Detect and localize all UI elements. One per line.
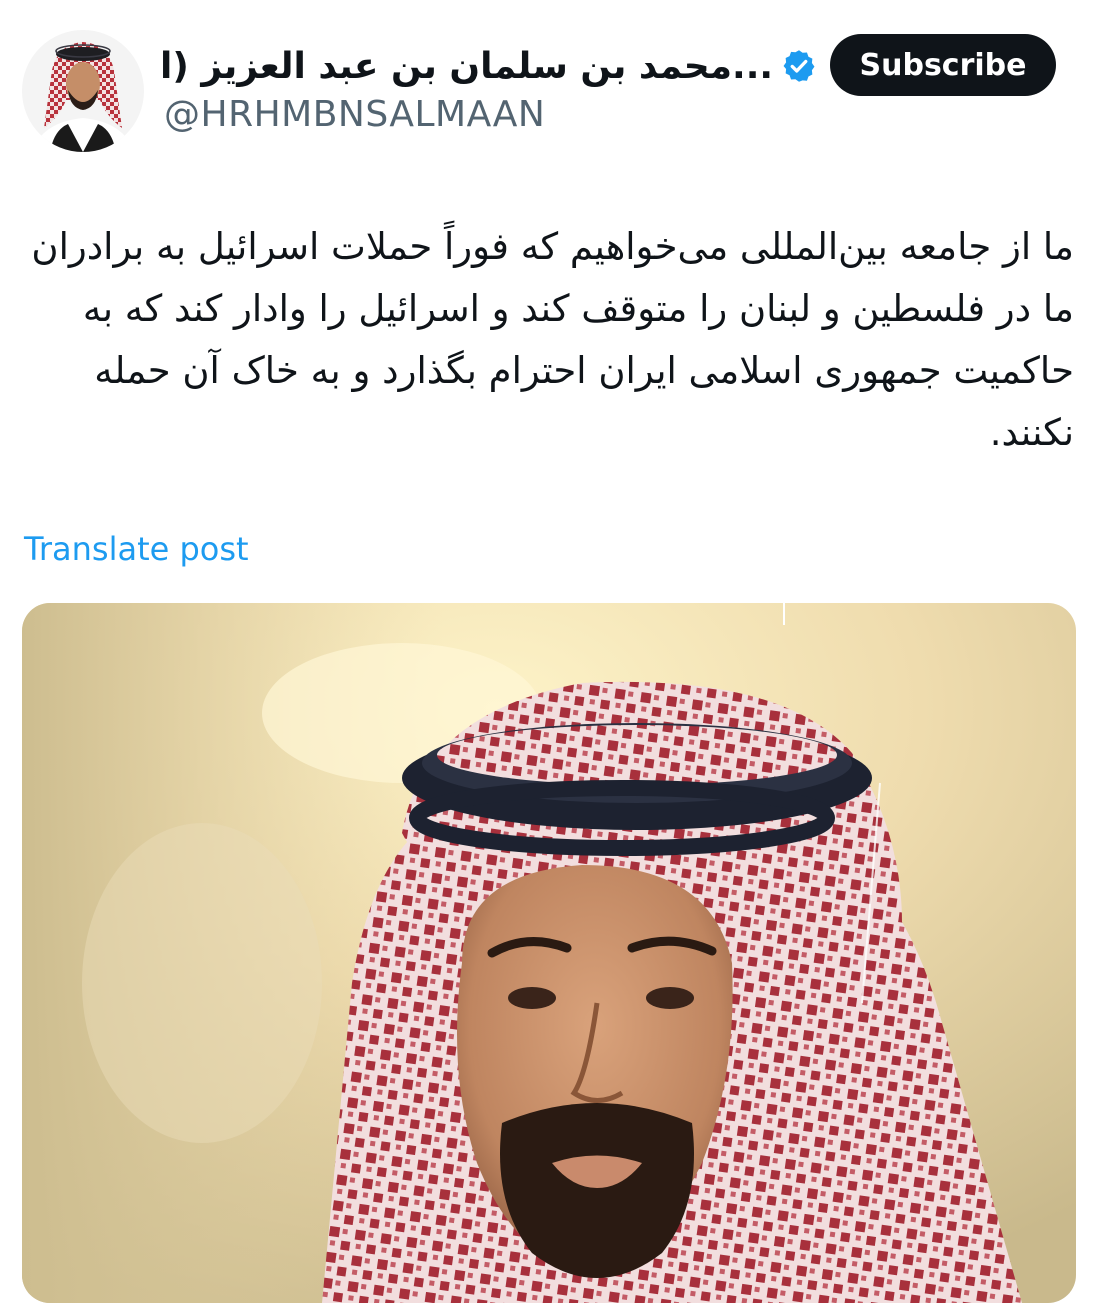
author-display-name: محمد بن سلمان بن عبد العزيز (ا... [160, 45, 774, 87]
author-name-row[interactable]: محمد بن سلمان بن عبد العزيز (ا... [160, 38, 817, 94]
verified-badge-icon [781, 48, 817, 84]
portrait-photo-icon [22, 603, 1076, 1303]
author-avatar[interactable] [22, 30, 144, 152]
subscribe-button[interactable]: Subscribe [830, 34, 1056, 96]
avatar-photo-icon [22, 30, 144, 152]
post-media-image[interactable] [22, 603, 1076, 1303]
post-header: محمد بن سلمان بن عبد العزيز (ا... @HRHMB… [0, 0, 1098, 170]
translate-post-link[interactable]: Translate post [24, 530, 249, 568]
author-handle[interactable]: @HRHMBNSALMAAN [164, 94, 545, 135]
post-text: ما از جامعه بین‌المللی می‌خواهیم که فورا… [31, 225, 1074, 454]
